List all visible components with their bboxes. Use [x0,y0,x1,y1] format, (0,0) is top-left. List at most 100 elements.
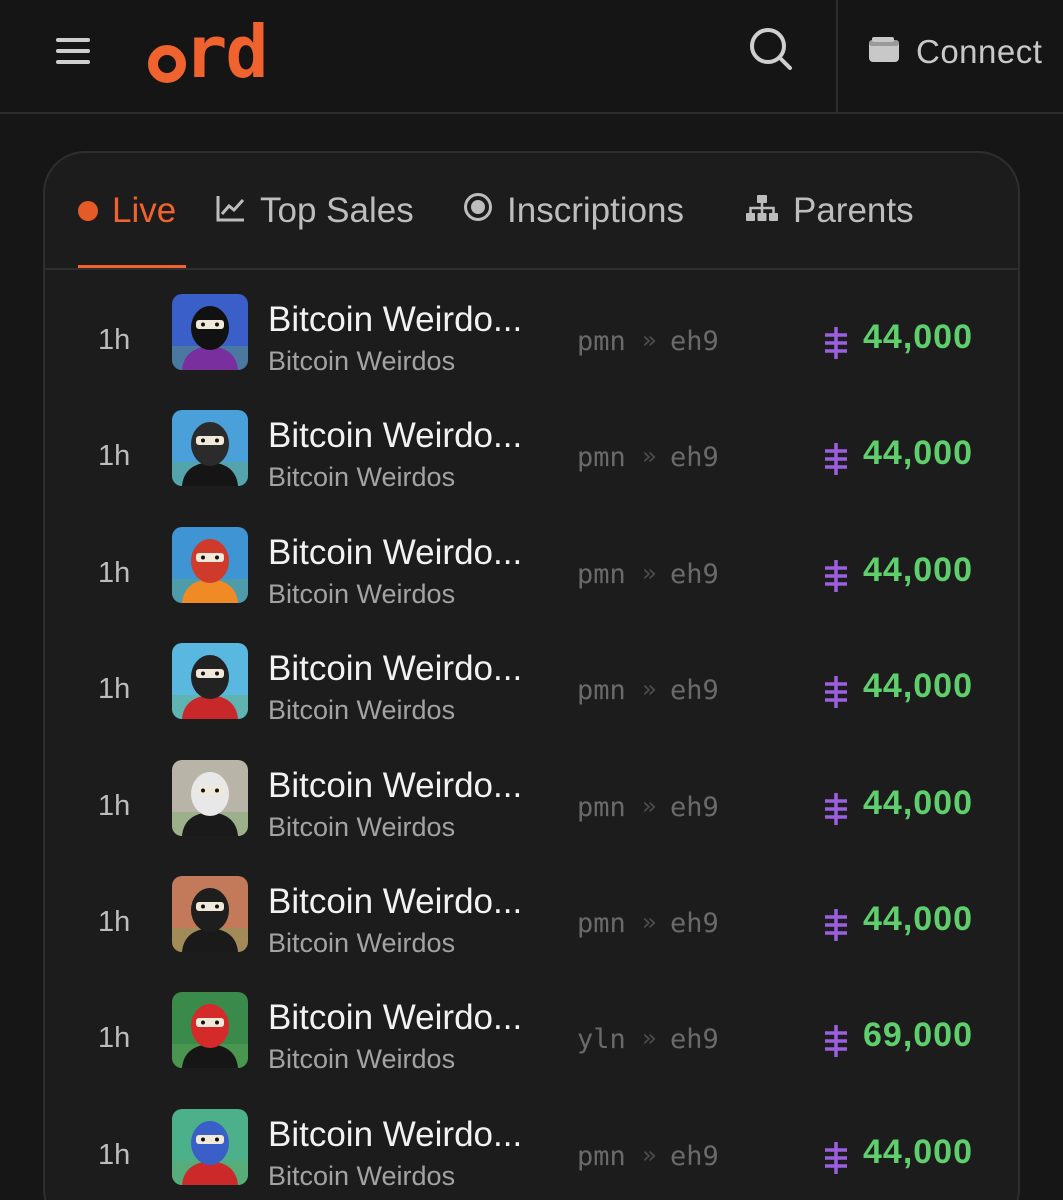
sale-time: 1h [98,440,131,472]
seller-address[interactable]: pmn [577,326,626,357]
seller-address[interactable]: pmn [577,442,626,473]
logo-o-dot [148,45,186,83]
tab-top-sales-label: Top Sales [260,191,414,230]
tab-live[interactable]: Live [78,189,176,233]
buyer-address[interactable]: eh9 [670,675,719,706]
collection-name[interactable]: Bitcoin Weirdos [268,1044,455,1075]
sale-row[interactable]: 1h Bitcoin Weirdo... Bitcoin Weirdos pmn… [45,643,1018,763]
inscription-thumbnail[interactable] [172,643,248,719]
seller-address[interactable]: pmn [577,908,626,939]
hamburger-menu-icon[interactable] [56,36,90,66]
sale-price: 44,000 [863,1133,973,1171]
sales-card: Live Top Sales Inscriptions Parents 1h B… [43,151,1020,1200]
sale-price: 69,000 [863,1016,973,1054]
collection-name[interactable]: Bitcoin Weirdos [268,1161,455,1192]
sale-time: 1h [98,906,131,938]
sale-price: 44,000 [863,318,973,356]
sitemap-icon [745,191,779,231]
inscription-title[interactable]: Bitcoin Weirdo... [268,882,522,922]
transfer-arrow: » [642,326,657,354]
logo-text: rd [184,10,269,94]
collection-name[interactable]: Bitcoin Weirdos [268,695,455,726]
inscription-title[interactable]: Bitcoin Weirdo... [268,649,522,689]
tab-live-label: Live [112,191,177,230]
transfer-arrow: » [642,559,657,587]
btc-sat-icon [823,675,849,709]
sale-time: 1h [98,790,131,822]
btc-sat-icon [823,442,849,476]
btc-sat-icon [823,1141,849,1175]
tab-top-sales[interactable]: Top Sales [216,189,414,233]
buyer-address[interactable]: eh9 [670,442,719,473]
sale-price: 44,000 [863,667,973,705]
active-tab-underline [78,265,186,268]
sale-row[interactable]: 1h Bitcoin Weirdo... Bitcoin Weirdos pmn… [45,410,1018,530]
seller-address[interactable]: pmn [577,559,626,590]
inscription-title[interactable]: Bitcoin Weirdo... [268,998,522,1038]
connect-wallet-button[interactable]: Connect [868,30,1042,74]
sale-row[interactable]: 1h Bitcoin Weirdo... Bitcoin Weirdos pmn… [45,527,1018,647]
inscription-thumbnail[interactable] [172,410,248,486]
seller-address[interactable]: pmn [577,675,626,706]
inscription-title[interactable]: Bitcoin Weirdo... [268,766,522,806]
btc-sat-icon [823,559,849,593]
transfer-arrow: » [642,908,657,936]
inscription-thumbnail[interactable] [172,876,248,952]
chart-icon [216,191,246,231]
collection-name[interactable]: Bitcoin Weirdos [268,812,455,843]
btc-sat-icon [823,326,849,360]
buyer-address[interactable]: eh9 [670,1024,719,1055]
transfer-arrow: » [642,675,657,703]
inscription-title[interactable]: Bitcoin Weirdo... [268,300,522,340]
sale-time: 1h [98,1022,131,1054]
buyer-address[interactable]: eh9 [670,908,719,939]
sale-time: 1h [98,673,131,705]
top-bar: rd Connect [0,0,1063,114]
collection-name[interactable]: Bitcoin Weirdos [268,346,455,377]
tab-inscriptions-label: Inscriptions [507,191,685,230]
collection-name[interactable]: Bitcoin Weirdos [268,579,455,610]
btc-sat-icon [823,1024,849,1058]
wallet-icon [868,36,900,68]
sale-price: 44,000 [863,784,973,822]
seller-address[interactable]: yln [577,1024,626,1055]
collection-name[interactable]: Bitcoin Weirdos [268,462,455,493]
seller-address[interactable]: pmn [577,1141,626,1172]
connect-label: Connect [916,33,1043,70]
inscription-thumbnail[interactable] [172,760,248,836]
radio-icon [463,191,493,231]
inscription-thumbnail[interactable] [172,1109,248,1185]
sale-row[interactable]: 1h Bitcoin Weirdo... Bitcoin Weirdos pmn… [45,294,1018,414]
search-icon[interactable] [746,24,796,74]
btc-sat-icon [823,908,849,942]
sale-time: 1h [98,1139,131,1171]
inscription-thumbnail[interactable] [172,992,248,1068]
sale-time: 1h [98,557,131,589]
tab-inscriptions[interactable]: Inscriptions [463,189,684,233]
seller-address[interactable]: pmn [577,792,626,823]
buyer-address[interactable]: eh9 [670,792,719,823]
ord-logo[interactable]: rd [148,8,269,94]
inscription-title[interactable]: Bitcoin Weirdo... [268,1115,522,1155]
sale-time: 1h [98,324,131,356]
sale-row[interactable]: 1h Bitcoin Weirdo... Bitcoin Weirdos pmn… [45,760,1018,880]
sale-row[interactable]: 1h Bitcoin Weirdo... Bitcoin Weirdos pmn… [45,876,1018,996]
inscription-title[interactable]: Bitcoin Weirdo... [268,416,522,456]
sale-price: 44,000 [863,434,973,472]
transfer-arrow: » [642,1141,657,1169]
header-divider [836,0,838,112]
btc-sat-icon [823,792,849,826]
sale-row[interactable]: 1h Bitcoin Weirdo... Bitcoin Weirdos yln… [45,992,1018,1112]
transfer-arrow: » [642,792,657,820]
live-dot-icon [78,201,98,221]
buyer-address[interactable]: eh9 [670,559,719,590]
inscription-title[interactable]: Bitcoin Weirdo... [268,533,522,573]
buyer-address[interactable]: eh9 [670,1141,719,1172]
sale-row[interactable]: 1h Bitcoin Weirdo... Bitcoin Weirdos pmn… [45,1109,1018,1200]
inscription-thumbnail[interactable] [172,527,248,603]
collection-name[interactable]: Bitcoin Weirdos [268,928,455,959]
inscription-thumbnail[interactable] [172,294,248,370]
transfer-arrow: » [642,442,657,470]
tab-parents[interactable]: Parents [745,189,914,233]
buyer-address[interactable]: eh9 [670,326,719,357]
